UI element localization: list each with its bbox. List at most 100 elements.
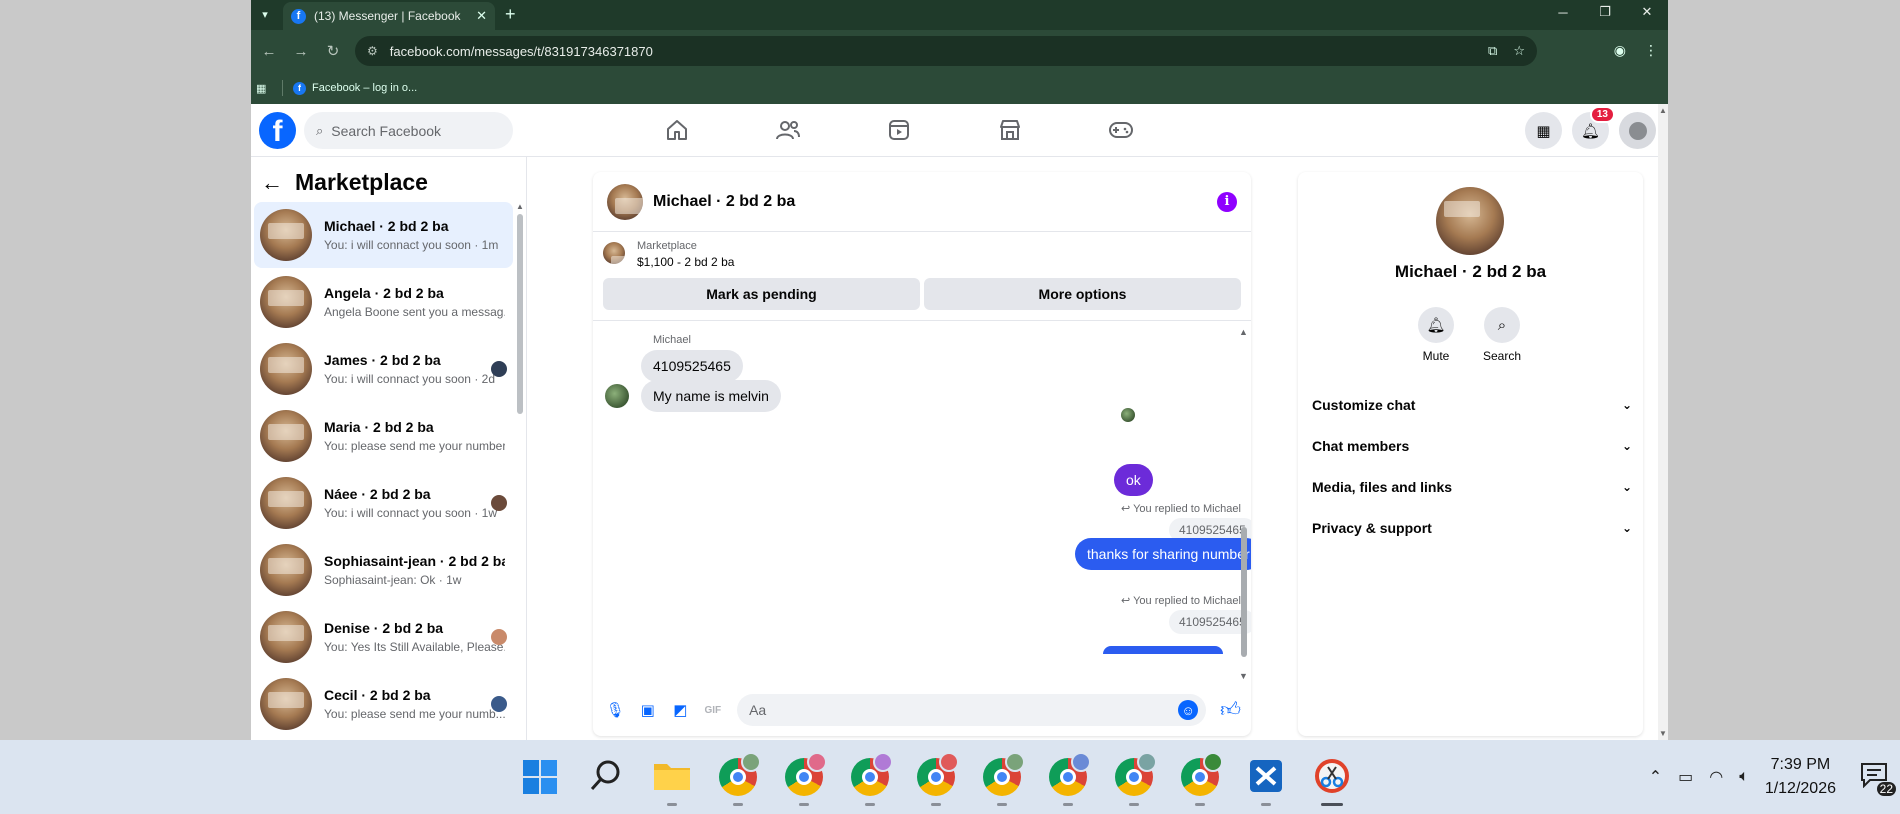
tab-messenger[interactable]: f (13) Messenger | Facebook ✕ <box>283 2 495 30</box>
mark-as-pending-button[interactable]: Mark as pending <box>603 278 920 310</box>
time: 7:39 PM <box>1770 756 1831 773</box>
privacy-support-row[interactable]: Privacy & support ⌄ <box>1312 507 1632 548</box>
chevron-up-icon[interactable]: ⌃ <box>1649 767 1662 787</box>
reload-icon[interactable]: ↻ <box>319 42 347 60</box>
thumbs-up-icon[interactable]: 👍︎ <box>1220 698 1241 722</box>
snipping-tool-button[interactable] <box>1299 750 1365 810</box>
message-bubble-outgoing[interactable]: ok <box>1114 464 1153 496</box>
install-app-icon[interactable]: ⧉ <box>1488 43 1497 59</box>
conversation-item[interactable]: Denise · 2 bd 2 ba You: Yes Its Still Ava… <box>254 604 513 670</box>
scroll-up-icon[interactable]: ▲ <box>1239 327 1248 337</box>
chrome-profile-button[interactable] <box>1101 750 1167 810</box>
clock[interactable]: 7:39 PM 1/12/2026 <box>1765 753 1836 801</box>
back-arrow-icon[interactable]: ← <box>261 170 283 196</box>
conversation-item[interactable]: Cecil · 2 bd 2 ba You: please send me you… <box>254 671 513 737</box>
page-scrollbar[interactable]: ▲ ▼ <box>1658 104 1668 740</box>
notification-center[interactable]: 22 <box>1860 762 1896 796</box>
search-input[interactable]: ⌕ Search Facebook <box>304 112 513 149</box>
chat-avatar[interactable] <box>607 183 643 220</box>
message-bubble-incoming[interactable]: My name is melvin <box>641 380 781 412</box>
conversation-item[interactable]: Sophiasaint-jean · 2 bd 2 ba Sophiasaint-… <box>254 537 513 603</box>
forward-icon[interactable]: → <box>287 43 315 60</box>
account-button[interactable] <box>1619 112 1656 149</box>
scroll-thumb[interactable] <box>1241 527 1247 657</box>
gif-icon[interactable]: GIF <box>701 705 726 716</box>
search-button[interactable] <box>573 750 639 810</box>
chrome-profile-button[interactable] <box>705 750 771 810</box>
chrome-profile-button[interactable] <box>837 750 903 810</box>
chrome-profile-button[interactable] <box>1035 750 1101 810</box>
nav-home[interactable] <box>621 104 732 156</box>
conversation-item[interactable]: Michael · 2 bd 2 ba You: i will connact y… <box>254 202 513 268</box>
scroll-thumb[interactable] <box>517 214 523 414</box>
profile-badge-icon <box>807 752 827 772</box>
mute-button[interactable]: 🔔︎ Mute <box>1418 307 1454 363</box>
emoji-icon[interactable]: ☺ <box>1178 700 1199 720</box>
chrome-profile-button[interactable] <box>771 750 837 810</box>
chrome-profile-button[interactable] <box>1167 750 1233 810</box>
listing-info[interactable]: Marketplace $1,100 - 2 bd 2 ba <box>603 240 734 269</box>
conversation-item[interactable]: Maria · 2 bd 2 ba You: please send me you… <box>254 403 513 469</box>
scroll-down-icon[interactable]: ▼ <box>1239 671 1248 681</box>
media-files-links-row[interactable]: Media, files and links ⌄ <box>1312 466 1632 507</box>
conversation-item[interactable]: Angela · 2 bd 2 ba Angela Boone sent you … <box>254 269 513 335</box>
listing-thumbnail <box>260 410 312 462</box>
back-icon[interactable]: ← <box>255 43 283 60</box>
message-bubble-outgoing[interactable]: thanks for sharing number <box>1075 538 1251 570</box>
profile-icon[interactable]: ◉ <box>1614 42 1626 59</box>
nav-friends[interactable] <box>732 104 843 156</box>
sticker-icon[interactable]: ◩ <box>668 701 693 719</box>
search-button[interactable]: ⌕ Search <box>1483 307 1521 363</box>
facebook-logo-icon[interactable]: f <box>259 112 296 149</box>
file-explorer-button[interactable] <box>639 750 705 810</box>
bookmark-star-icon[interactable]: ☆ <box>1513 43 1525 59</box>
customize-chat-row[interactable]: Customize chat ⌄ <box>1312 384 1632 425</box>
scroll-down-icon[interactable]: ▼ <box>1659 729 1667 738</box>
nav-gaming[interactable] <box>1065 104 1176 156</box>
sender-avatar[interactable] <box>605 384 629 408</box>
main-nav <box>621 104 1176 156</box>
photo-icon[interactable]: ▣ <box>636 701 661 719</box>
chat-members-row[interactable]: Chat members ⌄ <box>1312 425 1632 466</box>
new-tab-icon[interactable]: + <box>505 4 516 25</box>
close-tab-icon[interactable]: ✕ <box>476 8 487 24</box>
bookmark-facebook[interactable]: f Facebook – log in o... <box>293 81 417 95</box>
chrome-profile-button[interactable] <box>969 750 1035 810</box>
scroll-up-icon[interactable]: ▲ <box>1659 106 1667 115</box>
tab-search-icon[interactable]: ▾ <box>255 4 275 24</box>
message-input[interactable]: Aa ☺ <box>737 694 1207 726</box>
address-bar[interactable]: ⚙ facebook.com/messages/t/83191734637187… <box>355 36 1537 66</box>
seen-avatar <box>491 629 507 645</box>
nav-video[interactable] <box>843 104 954 156</box>
conversation-item[interactable]: Náee · 2 bd 2 ba You: i will connact you … <box>254 470 513 536</box>
profile-avatar[interactable] <box>1436 187 1504 255</box>
restore-icon[interactable]: ❐ <box>1584 0 1626 24</box>
site-info-icon[interactable]: ⚙ <box>367 44 378 58</box>
vscode-button[interactable] <box>1233 750 1299 810</box>
close-window-icon[interactable]: ✕ <box>1626 0 1668 24</box>
nav-marketplace[interactable] <box>954 104 1065 156</box>
chat-title[interactable]: Michael · 2 bd 2 ba <box>653 193 1217 211</box>
wifi-icon[interactable]: ◠ <box>1709 767 1723 787</box>
conversation-item[interactable]: James · 2 bd 2 ba You: i will connact you… <box>254 336 513 402</box>
more-options-button[interactable]: More options <box>924 278 1241 310</box>
microphone-icon[interactable]: 🎙︎ <box>603 701 628 719</box>
battery-icon[interactable]: ▭ <box>1678 767 1693 787</box>
scrollbar[interactable]: ▲ <box>516 202 524 414</box>
listing-thumbnail <box>260 209 312 261</box>
menu-grid-button[interactable]: ▦ <box>1525 112 1562 149</box>
apps-grid-icon[interactable]: ▦ <box>256 82 272 95</box>
menu-icon[interactable]: ⋮ <box>1644 42 1658 59</box>
chevron-down-icon: ⌄ <box>1621 438 1632 453</box>
chrome-profile-button[interactable] <box>903 750 969 810</box>
start-button[interactable] <box>507 750 573 810</box>
profile-badge-icon <box>1137 752 1157 772</box>
volume-icon[interactable]: 🔈︎ <box>1739 768 1749 786</box>
scrollbar[interactable]: ▲ ▼ <box>1239 327 1249 683</box>
scroll-up-icon[interactable]: ▲ <box>516 202 524 211</box>
minimize-icon[interactable]: ─ <box>1542 0 1584 24</box>
message-bubble-incoming[interactable]: 4109525465 <box>641 350 743 382</box>
notifications-button[interactable]: 🔔︎ 13 <box>1572 106 1615 149</box>
reply-icon: ↩ <box>1121 503 1134 515</box>
info-icon[interactable]: i <box>1217 191 1237 212</box>
